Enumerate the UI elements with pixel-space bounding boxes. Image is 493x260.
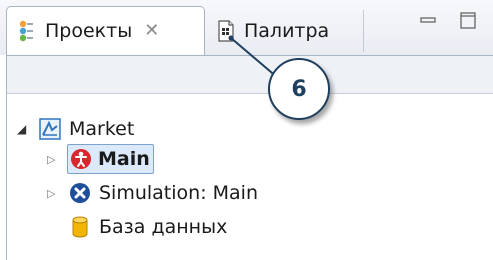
tree-label-simulation: Simulation: Main	[99, 182, 259, 204]
tree-label-main: Main	[98, 148, 150, 170]
collapsed-arrow-icon[interactable]: ▷	[47, 153, 61, 166]
projects-icon	[19, 20, 33, 42]
view-toolbar	[6, 55, 493, 94]
simulation-icon	[70, 183, 90, 203]
minimize-icon[interactable]	[418, 10, 438, 30]
tree-row-simulation[interactable]: ▷ Simulation: Main	[47, 176, 258, 210]
tree-label-market: Market	[69, 118, 135, 140]
collapsed-arrow-icon[interactable]: ▷	[47, 187, 61, 200]
maximize-icon[interactable]	[458, 10, 478, 30]
palette-icon	[218, 19, 234, 42]
close-icon[interactable]: ✕	[144, 22, 159, 40]
tab-projects-label: Проекты	[45, 20, 133, 42]
tree-row-main[interactable]: ▷ Main	[47, 142, 154, 176]
tab-projects[interactable]: Проекты ✕	[6, 6, 205, 55]
tree-row-database[interactable]: База данных	[61, 210, 227, 244]
model-icon	[39, 118, 61, 140]
project-tree: ◢ Market ▷ Main ▷ Simulation: Main База …	[6, 94, 493, 260]
selected-item-highlight[interactable]: Main	[67, 144, 154, 174]
agent-icon	[71, 149, 91, 169]
view-tab-bar: Проекты ✕ Палитра	[0, 0, 493, 55]
tab-palette[interactable]: Палитра	[206, 6, 364, 55]
tree-row-market[interactable]: ◢ Market	[17, 112, 134, 146]
callout-number: 6	[291, 76, 307, 102]
database-icon	[72, 216, 88, 238]
expanded-arrow-icon[interactable]: ◢	[17, 122, 31, 136]
callout-badge: 6	[268, 58, 330, 120]
tree-label-database: База данных	[99, 216, 228, 238]
tab-palette-label: Палитра	[244, 19, 330, 42]
tab-divider	[363, 10, 364, 52]
